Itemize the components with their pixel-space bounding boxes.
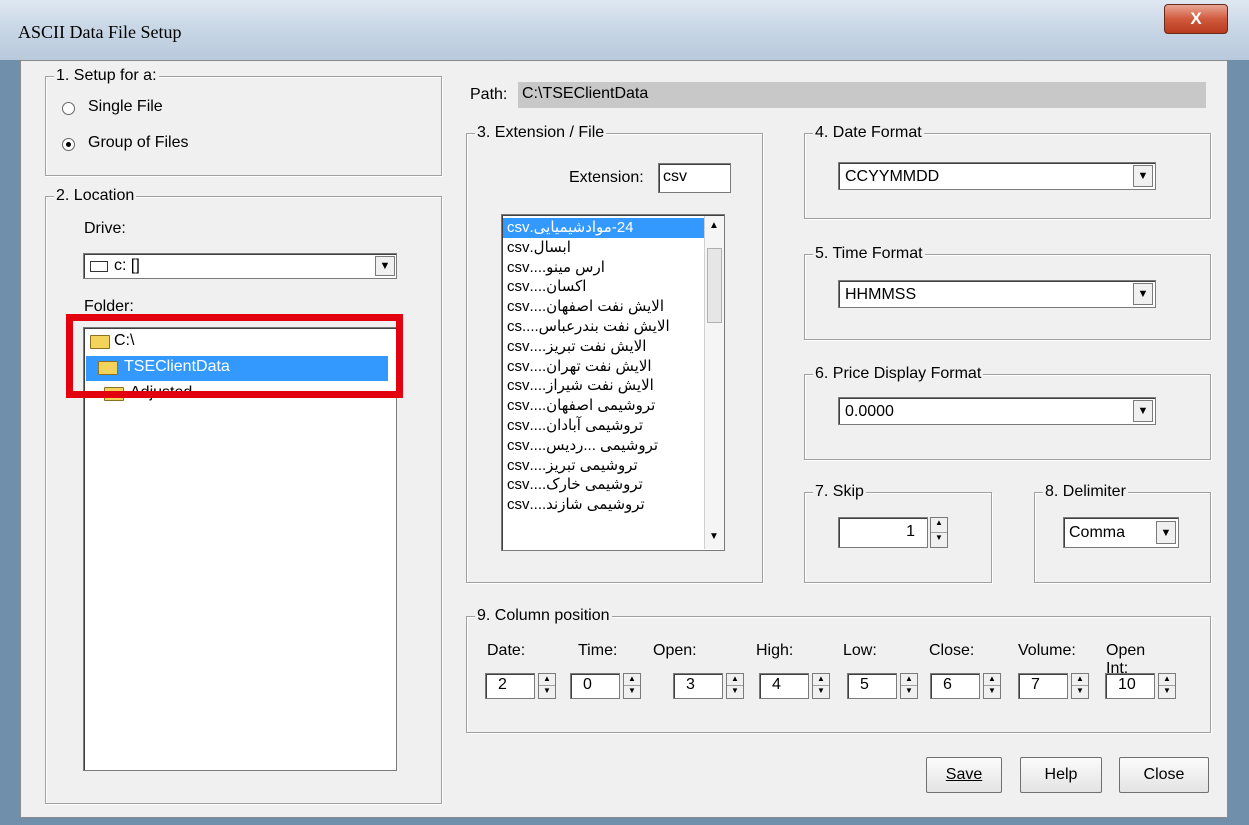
- column-position-input[interactable]: 2: [485, 673, 535, 699]
- skip-legend: 7. Skip: [813, 483, 866, 501]
- file-list-item[interactable]: تروشیمی تبریز....csv: [503, 456, 705, 476]
- chevron-down-icon[interactable]: ▼: [1156, 521, 1176, 544]
- time-format-legend: 5. Time Format: [813, 245, 925, 263]
- title-bar: ASCII Data File Setup X: [0, 0, 1249, 60]
- column-label: Low:: [843, 642, 877, 659]
- column-position-input[interactable]: 5: [847, 673, 897, 699]
- column-position-spinner[interactable]: ▲ ▼: [983, 673, 1001, 699]
- delimiter-legend: 8. Delimiter: [1043, 483, 1128, 501]
- column-label: Date:: [487, 642, 526, 659]
- file-list-item[interactable]: الایش نفت اصفهان....csv: [503, 297, 705, 317]
- file-list-item[interactable]: ارس مینو....csv: [503, 258, 705, 278]
- column-position-legend: 9. Column position: [475, 607, 612, 625]
- file-list-scrollbar[interactable]: ▲ ▼: [704, 216, 724, 549]
- extension-label: Extension:: [569, 169, 644, 186]
- path-label: Path:: [470, 86, 508, 103]
- drive-select[interactable]: c: [] ▼: [83, 253, 397, 279]
- column-position-spinner[interactable]: ▲ ▼: [623, 673, 641, 699]
- price-format-value: 0.0000: [845, 403, 894, 420]
- drive-value: c: []: [114, 257, 140, 274]
- skip-spinner[interactable]: ▲ ▼: [930, 517, 948, 548]
- price-format-select[interactable]: 0.0000 ▼: [838, 397, 1156, 425]
- column-position-input[interactable]: 0: [570, 673, 620, 699]
- scroll-up-icon[interactable]: ▲: [709, 220, 719, 231]
- column-position-spinner[interactable]: ▲ ▼: [1158, 673, 1176, 699]
- close-window-button[interactable]: X: [1164, 4, 1228, 34]
- save-button[interactable]: Save: [926, 757, 1002, 793]
- column-position-spinner[interactable]: ▲ ▼: [812, 673, 830, 699]
- setup-group: [45, 76, 442, 176]
- file-list-item[interactable]: 24-موادشیمیایی.csv: [503, 218, 705, 238]
- date-format-value: CCYYMMDD: [845, 168, 940, 185]
- price-format-legend: 6. Price Display Format: [813, 365, 984, 383]
- drive-icon: [90, 261, 108, 272]
- help-button[interactable]: Help: [1020, 757, 1102, 793]
- path-field: C:\TSEClientData: [518, 82, 1206, 108]
- drive-label: Drive:: [84, 220, 126, 237]
- file-list-items: 24-موادشیمیایی.csv ابسال.csv ارس مینو....c…: [503, 218, 705, 515]
- time-format-value: HHMMSS: [845, 286, 917, 303]
- file-list-item[interactable]: تروشیمی اصفهان....csv: [503, 396, 705, 416]
- delimiter-select[interactable]: Comma ▼: [1063, 517, 1179, 548]
- single-file-label[interactable]: Single File: [88, 98, 163, 116]
- date-format-select[interactable]: CCYYMMDD ▼: [838, 162, 1156, 190]
- scroll-down-icon[interactable]: ▼: [709, 531, 719, 542]
- location-legend: 2. Location: [54, 187, 137, 205]
- column-position-spinner[interactable]: ▲ ▼: [538, 673, 556, 699]
- column-label: High:: [756, 642, 794, 659]
- column-position-input[interactable]: 10: [1105, 673, 1155, 699]
- column-position-input[interactable]: 7: [1018, 673, 1068, 699]
- delimiter-value: Comma: [1069, 524, 1126, 541]
- chevron-down-icon[interactable]: ▼: [1133, 165, 1153, 187]
- group-of-files-radio[interactable]: [62, 138, 75, 151]
- chevron-down-icon[interactable]: ▼: [1133, 283, 1153, 305]
- column-label: Volume:: [1018, 642, 1076, 659]
- single-file-radio[interactable]: [62, 102, 75, 115]
- column-label: Open:: [653, 642, 697, 659]
- file-list-item[interactable]: اکسان....csv: [503, 277, 705, 297]
- file-list-item[interactable]: تروشیمی آبادان....csv: [503, 416, 705, 436]
- column-position-input[interactable]: 6: [930, 673, 980, 699]
- column-position-spinner[interactable]: ▲ ▼: [726, 673, 744, 699]
- file-list-item[interactable]: الایش نفت تهران....csv: [503, 357, 705, 377]
- scroll-thumb[interactable]: [707, 248, 722, 323]
- file-list-item[interactable]: تروشیمی خارک....csv: [503, 475, 705, 495]
- file-list-item[interactable]: الایش نفت بندرعباس....cs: [503, 317, 705, 337]
- column-label: Close:: [929, 642, 975, 659]
- time-format-select[interactable]: HHMMSS ▼: [838, 280, 1156, 308]
- file-list[interactable]: 24-موادشیمیایی.csv ابسال.csv ارس مینو....c…: [501, 214, 725, 551]
- group-of-files-label[interactable]: Group of Files: [88, 134, 188, 152]
- column-position-spinner[interactable]: ▲ ▼: [900, 673, 918, 699]
- file-list-item[interactable]: الایش نفت تبریز....csv: [503, 337, 705, 357]
- save-label: Save: [945, 766, 983, 783]
- highlight-box: [66, 314, 403, 398]
- column-position-spinner[interactable]: ▲ ▼: [1071, 673, 1089, 699]
- file-list-item[interactable]: تروشیمی شازند....csv: [503, 495, 705, 515]
- close-button[interactable]: Close: [1119, 757, 1209, 793]
- file-list-item[interactable]: الایش نفت شیراز....csv: [503, 376, 705, 396]
- date-format-legend: 4. Date Format: [813, 124, 924, 142]
- file-list-item[interactable]: ابسال.csv: [503, 238, 705, 258]
- skip-input[interactable]: 1: [838, 517, 928, 548]
- chevron-down-icon[interactable]: ▼: [375, 256, 395, 276]
- window-title: ASCII Data File Setup: [18, 22, 182, 42]
- extension-input[interactable]: csv: [658, 163, 731, 193]
- chevron-down-icon[interactable]: ▼: [1133, 400, 1153, 422]
- column-position-input[interactable]: 3: [673, 673, 723, 699]
- extension-legend: 3. Extension / File: [475, 124, 607, 142]
- column-label: Time:: [578, 642, 618, 659]
- setup-legend: 1. Setup for a:: [54, 67, 159, 85]
- column-position-input[interactable]: 4: [759, 673, 809, 699]
- file-list-item[interactable]: تروشیمی ...ردیس....csv: [503, 436, 705, 456]
